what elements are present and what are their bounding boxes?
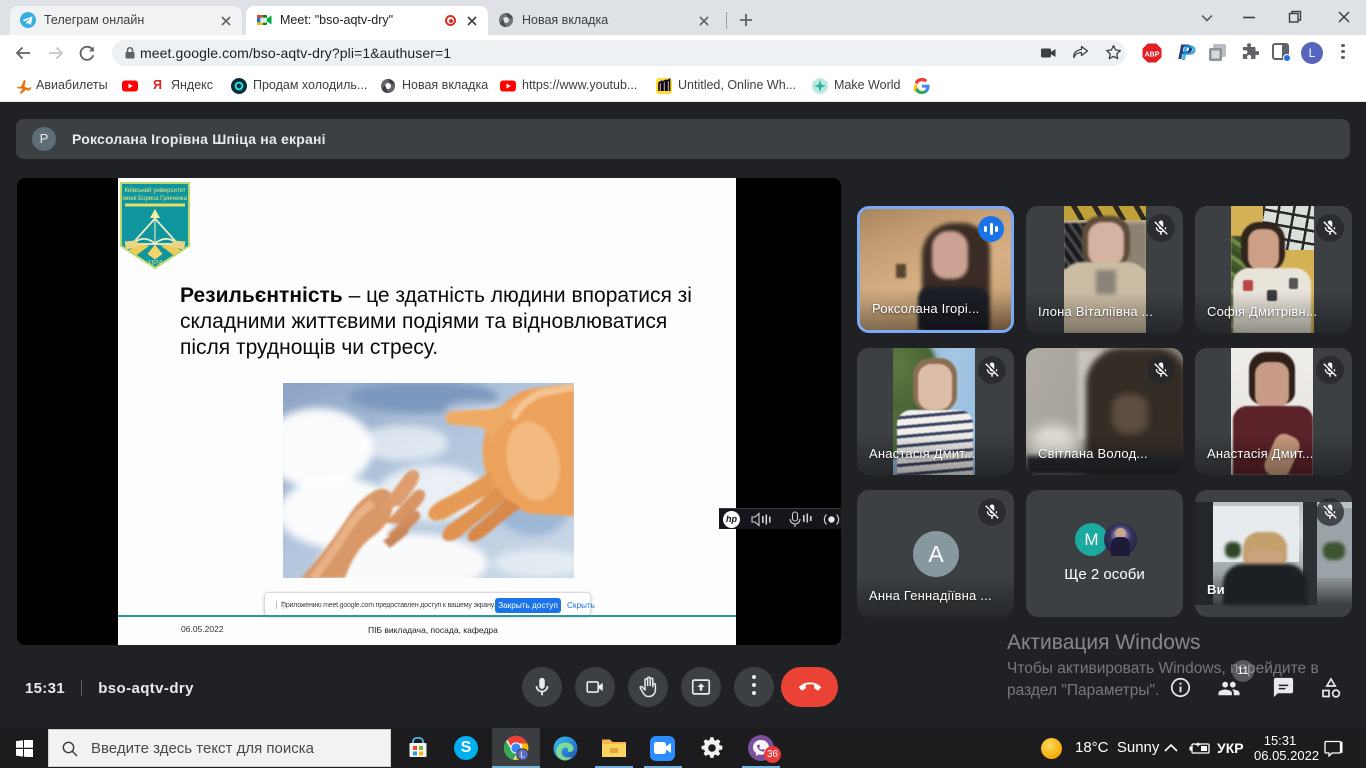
svg-text:1874: 1874 — [148, 260, 163, 267]
svg-text:імені Бориса Грінченка: імені Бориса Грінченка — [123, 196, 188, 202]
svg-text:Київський університет: Київський університет — [124, 187, 185, 194]
svg-text:ABP: ABP — [1145, 52, 1160, 59]
svg-text:L: L — [520, 750, 525, 759]
